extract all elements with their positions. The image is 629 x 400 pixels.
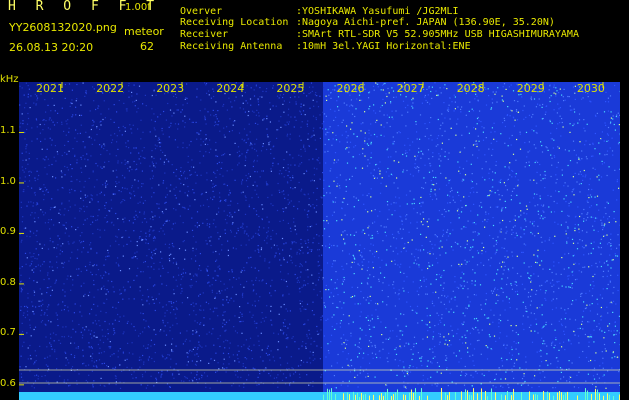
- info-key: Receiver: [180, 29, 229, 40]
- meteor-count: 62: [140, 40, 154, 53]
- x-tick-label: 2021: [36, 82, 64, 95]
- y-tick-label: 0.6: [0, 377, 16, 389]
- info-value: :Nagoya Aichi-pref. JAPAN (136.90E, 35.2…: [296, 17, 555, 28]
- y-tick-label: 1.1: [0, 125, 16, 137]
- spectrogram-svg: [19, 82, 620, 400]
- x-tick-label: 2027: [396, 82, 425, 95]
- info-receiver: Receiver :SMArt RTL-SDR V5 52.905MHz USB …: [180, 30, 579, 40]
- info-value: :10mH 3el.YAGI Horizontal:ENE: [296, 41, 471, 52]
- info-antenna: Receiving Antenna :10mH 3el.YAGI Horizont…: [180, 42, 471, 52]
- x-tick-label: 2024: [216, 82, 245, 95]
- x-tick-label: 2022: [96, 82, 125, 95]
- x-tick-label: 2026: [336, 82, 365, 95]
- x-tick-label: 2030: [576, 82, 605, 95]
- app-version: 1.00f: [125, 2, 151, 13]
- spectrogram-bright-region: [323, 82, 620, 400]
- info-location: Receiving Location :Nagoya Aichi-pref. JA…: [180, 18, 555, 28]
- y-tick-label: 0.7: [0, 327, 16, 339]
- y-axis-label: kHz: [0, 74, 19, 85]
- timestamp: 26.08.13 20:20: [9, 41, 94, 54]
- info-key: Receiving Antenna: [180, 41, 283, 52]
- y-tick-label: 0.9: [0, 226, 16, 238]
- x-tick-label: 2023: [156, 82, 185, 95]
- info-key: Overver: [180, 6, 223, 17]
- info-observer: Overver :YOSHIKAWA Yasufumi /JG2MLI: [180, 7, 459, 17]
- info-value: :YOSHIKAWA Yasufumi /JG2MLI: [296, 6, 459, 17]
- file-name: YY2608132020.png: [9, 21, 117, 34]
- info-value: :SMArt RTL-SDR V5 52.905MHz USB HIGASHIM…: [296, 29, 579, 40]
- x-tick-label: 2025: [276, 82, 305, 95]
- y-tick-label: 1.0: [0, 175, 16, 187]
- y-tick-label: 0.8: [0, 276, 16, 288]
- x-tick-label: 2029: [516, 82, 545, 95]
- info-key: Receiving Location: [180, 17, 289, 28]
- x-tick-label: 2028: [456, 82, 485, 95]
- spectrogram: [19, 82, 620, 400]
- meteor-label: meteor: [124, 25, 164, 38]
